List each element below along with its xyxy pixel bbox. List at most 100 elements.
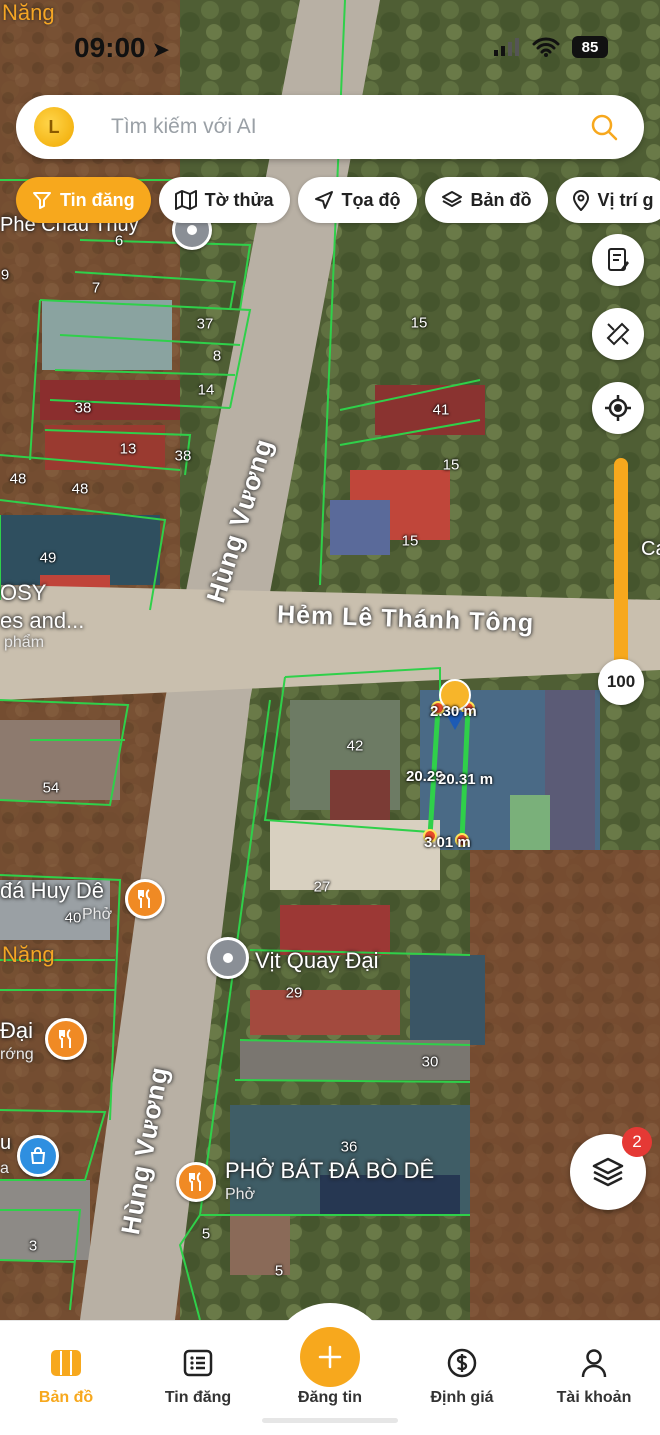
poi-label-orange: Năng xyxy=(2,942,55,968)
navigation-arrow-icon xyxy=(314,190,334,210)
parcel-number[interactable]: 40 xyxy=(65,910,82,927)
app-logo: L xyxy=(34,107,74,147)
layers-badge: 2 xyxy=(622,1127,652,1157)
nav-dinh-gia[interactable]: Định giá xyxy=(396,1321,528,1421)
nav-label: Bản đồ xyxy=(39,1389,93,1407)
restaurant-pin-icon[interactable] xyxy=(45,1018,87,1060)
parcel-number[interactable]: 38 xyxy=(75,400,92,417)
zoom-slider-knob[interactable]: 100 xyxy=(598,659,644,705)
layers-stack-icon xyxy=(591,1156,625,1188)
measurement-label: 3.01 m xyxy=(424,834,471,851)
poi-sublabel: phẩm xyxy=(4,634,44,652)
parcel-number[interactable]: 8 xyxy=(213,348,221,365)
poi-sublabel: rớng xyxy=(0,1046,34,1064)
parcel-number[interactable]: 48 xyxy=(10,471,27,488)
chip-ban-do[interactable]: Bản đồ xyxy=(425,177,548,223)
poi-sublabel: a xyxy=(0,1160,9,1178)
poi-label: Vịt Quay Đại xyxy=(255,948,379,974)
plus-icon xyxy=(317,1344,343,1370)
nav-ban-do[interactable]: Bản đồ xyxy=(0,1321,132,1421)
parcel-number[interactable]: 54 xyxy=(43,780,60,797)
edit-note-icon xyxy=(605,247,631,273)
search-icon[interactable] xyxy=(590,113,618,141)
parcel-number[interactable]: 29 xyxy=(286,985,303,1002)
parcel-number[interactable]: 36 xyxy=(341,1139,358,1156)
note-tool-button[interactable] xyxy=(592,234,644,286)
measure-tool-button[interactable] xyxy=(592,308,644,360)
parcel-number[interactable]: 14 xyxy=(198,382,215,399)
chip-label: Bản đồ xyxy=(471,190,532,211)
poi-label: đá Huy Dê xyxy=(0,878,104,904)
filter-icon xyxy=(32,190,52,210)
nav-label: Tài khoản xyxy=(557,1389,632,1407)
chip-to-thua[interactable]: Tờ thửa xyxy=(159,177,290,223)
parcel-number[interactable]: 15 xyxy=(443,457,460,474)
chip-tin-dang[interactable]: Tin đăng xyxy=(16,177,151,223)
shopping-pin-icon[interactable] xyxy=(17,1135,59,1177)
parcel-number[interactable]: 49 xyxy=(40,550,57,567)
filter-chips: Tin đăng Tờ thửa Tọa độ Bản đồ Vị trí g xyxy=(16,177,660,223)
map-icon xyxy=(175,190,197,210)
chip-label: Tọa độ xyxy=(342,190,401,211)
poi-label-orange: Năng xyxy=(2,0,55,26)
parcel-number[interactable]: 3 xyxy=(29,1238,37,1255)
nav-tin-dang[interactable]: Tin đăng xyxy=(132,1321,264,1421)
parcel-number[interactable]: 42 xyxy=(347,738,364,755)
restaurant-pin-icon[interactable] xyxy=(125,879,165,919)
nav-label: Định giá xyxy=(430,1389,493,1407)
home-indicator xyxy=(262,1418,398,1423)
zoom-slider-track[interactable] xyxy=(614,458,628,680)
chip-label: Vị trí g xyxy=(598,190,654,211)
poi-label: es and... xyxy=(0,608,84,634)
user-icon xyxy=(580,1347,608,1379)
search-placeholder: Tìm kiếm với AI xyxy=(111,115,257,139)
parcel-number[interactable]: 15 xyxy=(411,315,428,332)
parcel-number[interactable]: 5 xyxy=(275,1263,283,1280)
parcel-number[interactable]: 30 xyxy=(422,1054,439,1071)
poi-label: u xyxy=(0,1132,11,1155)
ruler-pencil-icon xyxy=(605,321,631,347)
parcel-number[interactable]: 27 xyxy=(314,879,331,896)
chip-vi-tri[interactable]: Vị trí g xyxy=(556,177,660,223)
layers-icon xyxy=(441,190,463,210)
measurement-label: 2.30 m xyxy=(430,703,477,720)
status-icons: 85 xyxy=(494,36,608,58)
restaurant-pin-icon[interactable] xyxy=(176,1162,216,1202)
parcel-number[interactable]: 7 xyxy=(92,280,100,297)
my-location-icon xyxy=(604,394,632,422)
parcel-number[interactable]: 37 xyxy=(197,316,214,333)
parcel-number[interactable]: 9 xyxy=(1,267,9,284)
parcel-number[interactable]: 41 xyxy=(433,402,450,419)
parcel-number[interactable]: 5 xyxy=(202,1226,210,1243)
wifi-icon xyxy=(532,37,560,57)
nav-label: Tin đăng xyxy=(165,1389,231,1407)
status-time: 09:00➤ xyxy=(74,32,170,64)
poi-label: OSY xyxy=(0,580,46,606)
search-bar[interactable]: L Tìm kiếm với AI xyxy=(16,95,644,159)
chip-label: Tin đăng xyxy=(60,190,135,211)
signal-icon xyxy=(494,38,520,56)
measurement-label: 20.31 m xyxy=(438,771,493,788)
poi-pin-icon[interactable] xyxy=(207,937,249,979)
poi-sublabel: Phở xyxy=(225,1186,255,1204)
my-location-button[interactable] xyxy=(592,382,644,434)
poi-label: Đại xyxy=(0,1018,33,1044)
battery-indicator: 85 xyxy=(572,36,608,58)
chip-label: Tờ thửa xyxy=(205,190,274,211)
parcel-number[interactable]: 15 xyxy=(402,533,419,550)
parcel-number[interactable]: 48 xyxy=(72,481,89,498)
nav-label: Đăng tin xyxy=(298,1389,362,1407)
post-listing-button[interactable] xyxy=(300,1327,360,1387)
parcel-number[interactable]: 13 xyxy=(120,441,137,458)
map-book-icon xyxy=(49,1347,83,1379)
nav-tai-khoan[interactable]: Tài khoản xyxy=(528,1321,660,1421)
poi-label: Ca xyxy=(641,538,660,561)
parcel-number[interactable]: 38 xyxy=(175,448,192,465)
location-arrow-icon: ➤ xyxy=(152,37,170,63)
location-pin-icon xyxy=(572,189,590,211)
list-icon xyxy=(183,1347,213,1379)
dollar-circle-icon xyxy=(447,1347,477,1379)
poi-label: PHỞ BÁT ĐÁ BÒ DÊ xyxy=(225,1158,434,1184)
poi-sublabel: Phở xyxy=(82,906,112,924)
chip-toa-do[interactable]: Tọa độ xyxy=(298,177,417,223)
